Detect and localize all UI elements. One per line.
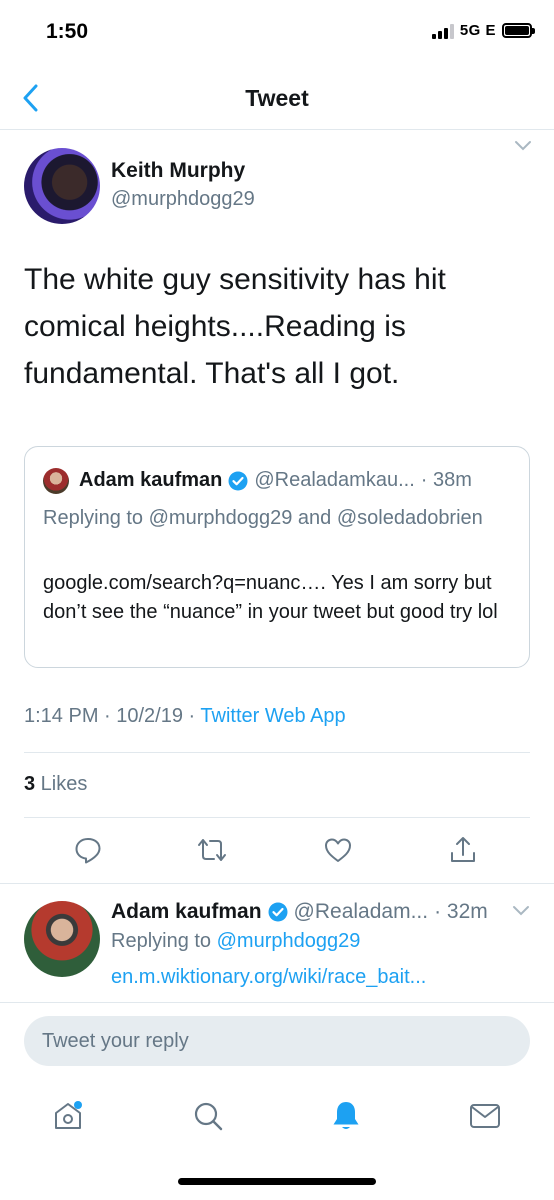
reply-author-name[interactable]: Adam kaufman (111, 900, 262, 924)
retweet-button[interactable] (192, 830, 232, 870)
tweet-source-link[interactable]: Twitter Web App (200, 705, 345, 727)
likes-label: Likes (35, 773, 88, 795)
verified-badge-icon (268, 902, 288, 922)
tweet-timestamp: 1:14 PM · 10/2/19 · Twitter Web App (24, 705, 346, 728)
quote-replying-to: Replying to @murphdogg29 and @soledadobr… (43, 507, 483, 529)
quote-timestamp: · 38m (420, 469, 472, 491)
unread-dot (74, 1101, 82, 1109)
reply-composer-input[interactable]: Tweet your reply (24, 1016, 530, 1066)
divider (24, 817, 530, 818)
replying-to-label: Replying to (111, 930, 217, 952)
author-name[interactable]: Keith Murphy (111, 159, 245, 183)
quote-author-handle: @Realadamkau... (254, 469, 415, 491)
tweet-menu-button[interactable] (514, 139, 532, 157)
messages-icon (470, 1104, 500, 1128)
signal-icon (431, 23, 454, 39)
reply-button[interactable] (68, 830, 108, 870)
reply-timestamp: · 32m (434, 900, 488, 923)
divider (24, 752, 530, 753)
tweet-text: The white guy sensitivity has hit comica… (24, 263, 446, 390)
reply-header: Adam kaufman @Realadam... · 32m (111, 900, 488, 924)
reply-menu-button[interactable] (512, 904, 530, 922)
network-label: 5G E (459, 22, 496, 39)
reply-avatar[interactable] (24, 901, 100, 977)
reply-icon (75, 838, 101, 864)
quote-avatar (43, 468, 69, 494)
like-icon (325, 838, 351, 862)
share-icon (451, 837, 475, 862)
replying-to-mention[interactable]: @murphdogg29 (217, 930, 361, 952)
home-indicator (178, 1178, 376, 1185)
status-bar: 1:50 5G E (0, 0, 554, 66)
retweet-icon (198, 839, 226, 861)
tweet-actions (0, 826, 554, 874)
share-button[interactable] (443, 830, 483, 870)
likes-number: 3 (24, 773, 36, 795)
search-icon (194, 1102, 223, 1131)
reply-replying-to: Replying to @murphdogg29 (111, 930, 360, 953)
quote-header: Adam kaufman @Realadamkau... · 38m (79, 469, 472, 492)
tweet-datetime: 1:14 PM · 10/2/19 · (24, 705, 201, 727)
quote-author-name: Adam kaufman (79, 469, 223, 491)
notifications-icon (333, 1102, 359, 1129)
tab-notifications[interactable] (324, 1094, 368, 1138)
author-handle[interactable]: @murphdogg29 (111, 188, 255, 211)
status-indicators: 5G E (431, 22, 535, 39)
reply-tweet[interactable]: Adam kaufman @Realadam... · 32m Replying… (0, 883, 554, 1003)
author-avatar[interactable] (24, 148, 100, 224)
tab-search[interactable] (186, 1094, 230, 1138)
chevron-down-icon (515, 141, 531, 151)
verified-badge-icon (228, 471, 248, 491)
quote-text: google.com/search?q=nuanc…. Yes I am sor… (43, 572, 498, 623)
nav-bar: Tweet (0, 66, 554, 130)
chevron-down-icon (513, 906, 529, 916)
likes-count[interactable]: 3 Likes (24, 773, 87, 796)
like-button[interactable] (318, 830, 358, 870)
tab-home[interactable] (46, 1094, 90, 1138)
reply-author-handle: @Realadam... (293, 900, 429, 923)
tab-messages[interactable] (463, 1094, 507, 1138)
status-time: 1:50 (46, 20, 89, 43)
battery-icon (502, 23, 535, 38)
tab-bar (0, 1080, 554, 1152)
reply-link[interactable]: en.m.wiktionary.org/wiki/race_bait... (111, 966, 426, 989)
page-title: Tweet (245, 85, 309, 111)
quoted-tweet[interactable]: Adam kaufman @Realadamkau... · 38m Reply… (24, 446, 530, 668)
